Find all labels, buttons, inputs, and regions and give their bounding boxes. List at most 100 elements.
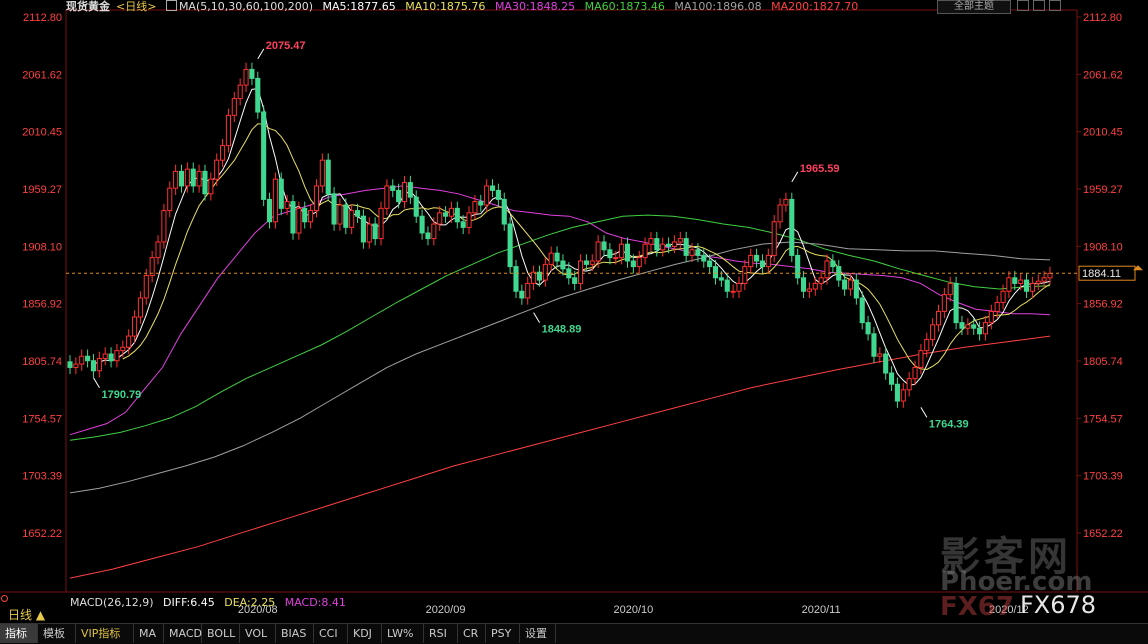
theme-button[interactable]: 全部主题	[937, 0, 1011, 14]
y-tick-label-right: 2010.45	[1083, 127, 1123, 139]
candle-body	[178, 170, 185, 187]
tab-ma[interactable]: MA	[134, 624, 164, 643]
candle-body	[1029, 282, 1035, 292]
macd-legend-bar: MACD(26,12,9) DIFF:6.45 DEA:2.25 MACD:8.…	[70, 596, 352, 610]
y-tick-label-left: 2010.45	[22, 127, 62, 139]
tab-cci[interactable]: CCI	[314, 624, 348, 643]
candle-body	[466, 212, 472, 228]
candle-body	[184, 168, 190, 187]
candle-body	[237, 84, 243, 100]
candle-body	[812, 282, 818, 290]
candle-body	[331, 193, 337, 225]
candle-body	[560, 260, 566, 270]
candle-body	[695, 249, 701, 256]
tab-cr[interactable]: CR	[458, 624, 486, 643]
ma-line-ma200	[69, 335, 1051, 579]
y-tick-label-left: 1703.39	[22, 471, 62, 483]
tab-settings[interactable]: 设置	[520, 624, 556, 643]
candle-body	[155, 241, 161, 259]
candle-body	[443, 212, 449, 217]
candle-body	[325, 159, 331, 195]
annotation-pointer	[257, 48, 265, 60]
candle-body	[977, 327, 983, 335]
annotation-label: 1965.59	[800, 163, 840, 175]
candle-body	[941, 294, 947, 312]
instrument-title: 现货黄金	[66, 0, 110, 13]
tab-indicator[interactable]: 指标	[0, 624, 38, 643]
macd-dea: DEA:2.25	[224, 596, 276, 609]
candle-body	[354, 210, 361, 217]
candle-body	[366, 223, 372, 243]
candle-body	[800, 277, 807, 292]
y-tick-label-right: 1959.27	[1083, 184, 1123, 196]
candle-body	[448, 207, 454, 217]
tab-psy[interactable]: PSY	[486, 624, 520, 643]
candle-body	[853, 279, 859, 299]
candle-body	[290, 201, 296, 234]
candle-body	[1012, 277, 1018, 284]
candle-body	[519, 290, 525, 299]
tab-macd[interactable]: MACD	[164, 624, 202, 643]
candle-body	[677, 238, 683, 243]
period-selector[interactable]: 日线 ▲	[8, 606, 45, 623]
candle-body	[701, 254, 707, 262]
tab-bias[interactable]: BIAS	[276, 624, 314, 643]
candle-body	[988, 310, 994, 324]
candle-body	[577, 260, 584, 284]
candle-body	[930, 324, 936, 340]
candle-body	[343, 204, 349, 228]
candle-body	[401, 182, 408, 203]
tab-template[interactable]: 模板	[38, 624, 76, 643]
annotation-label: 1790.79	[101, 389, 141, 401]
y-tick-label-right: 1754.57	[1083, 413, 1123, 425]
y-tick-label-right: 2061.62	[1083, 69, 1123, 81]
candle-body	[630, 260, 636, 268]
tab-vol[interactable]: VOL	[240, 624, 276, 643]
candle-body	[202, 170, 208, 195]
candle-body	[754, 254, 760, 262]
y-tick-label-left: 1754.57	[22, 413, 62, 425]
candle-body	[472, 201, 478, 214]
candle-body	[789, 198, 795, 256]
tab-rsi[interactable]: RSI	[424, 624, 458, 643]
candle-body	[1041, 277, 1047, 282]
tab-boll[interactable]: BOLL	[202, 624, 240, 643]
window-grid-icon[interactable]	[1049, 0, 1061, 11]
candle-body	[1018, 279, 1024, 284]
candle-body	[102, 353, 108, 359]
candle-body	[131, 316, 138, 337]
tab-kdj[interactable]: KDJ	[348, 624, 382, 643]
candle-body	[748, 254, 754, 268]
candle-body	[601, 241, 607, 251]
candle-body	[302, 207, 308, 223]
candle-body	[90, 360, 97, 372]
candle-body	[220, 145, 226, 161]
candle-body	[349, 210, 355, 228]
annotation-label: 1848.89	[542, 324, 582, 336]
candle-body	[918, 350, 924, 368]
ma100-value: MA100:1896.08	[674, 0, 762, 13]
candle-body	[407, 182, 413, 198]
window-tile-icon[interactable]	[1017, 0, 1029, 11]
candle-body	[795, 254, 801, 279]
candle-body	[783, 198, 789, 206]
tab-lw[interactable]: LW%	[382, 624, 424, 643]
candle-body	[935, 310, 942, 326]
candle-body	[73, 363, 79, 368]
candle-body	[1023, 279, 1030, 292]
tab-vip-indicator[interactable]: VIP指标	[76, 624, 134, 643]
annotation-label: 2075.47	[266, 40, 306, 52]
candle-body	[712, 266, 719, 279]
candle-body	[126, 335, 132, 348]
candle-body	[378, 207, 384, 240]
candle-body	[454, 207, 460, 223]
y-tick-label-right: 1805.74	[1083, 356, 1123, 368]
candle-body	[413, 196, 419, 217]
y-tick-label-left: 1805.74	[22, 356, 62, 368]
candle-body	[525, 282, 531, 299]
y-tick-label-right: 1856.92	[1083, 299, 1123, 311]
window-split-icon[interactable]	[1033, 0, 1045, 11]
candle-body	[900, 389, 906, 402]
candle-body	[689, 249, 695, 256]
candle-body	[624, 243, 631, 262]
